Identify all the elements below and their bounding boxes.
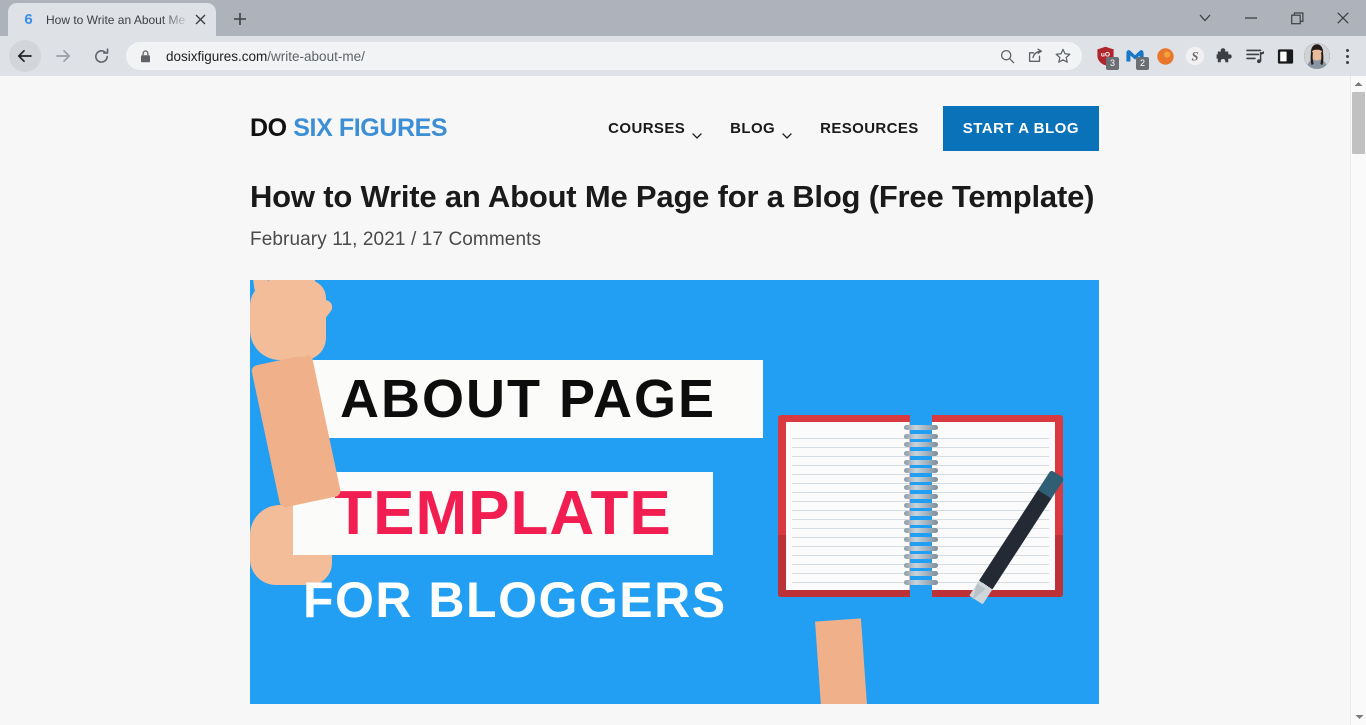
minimize-button[interactable] bbox=[1228, 0, 1274, 36]
featured-line-1: ABOUT PAGE bbox=[339, 369, 716, 430]
profile-avatar[interactable] bbox=[1304, 43, 1330, 69]
maximize-button[interactable] bbox=[1274, 0, 1320, 36]
new-tab-button[interactable] bbox=[226, 5, 254, 33]
scrollbar-track[interactable] bbox=[1351, 92, 1366, 725]
address-bar[interactable]: dosixfigures.com/write-about-me/ bbox=[126, 42, 1082, 70]
logo-part-do: DO bbox=[250, 113, 287, 142]
scrollbar-thumb[interactable] bbox=[1351, 92, 1365, 154]
back-button[interactable] bbox=[9, 40, 41, 72]
share-icon[interactable] bbox=[1022, 43, 1048, 69]
search-icon[interactable] bbox=[994, 43, 1020, 69]
site-logo[interactable]: DO SIX FIGURES bbox=[250, 113, 448, 143]
left-arm-illustration-icon bbox=[815, 618, 868, 705]
tab-search-chevron-icon[interactable] bbox=[1182, 0, 1228, 36]
chevron-down-icon bbox=[692, 126, 703, 139]
start-a-blog-button[interactable]: START A BLOG bbox=[942, 105, 1099, 151]
featured-image: ABOUT PAGE TEMPLATE FOR BLOGGERS bbox=[250, 280, 1099, 705]
url-path: /write-about-me/ bbox=[267, 48, 365, 64]
side-panel-icon[interactable] bbox=[1270, 40, 1300, 72]
notebook-illustration-icon bbox=[778, 415, 1063, 598]
reload-button[interactable] bbox=[85, 40, 117, 72]
meta-separator: / bbox=[410, 229, 417, 251]
site-lock-icon bbox=[140, 49, 154, 63]
post-meta: February 11, 2021 / 17 Comments bbox=[250, 229, 1320, 251]
url-text: dosixfigures.com/write-about-me/ bbox=[166, 49, 992, 64]
url-domain: dosixfigures.com bbox=[166, 48, 268, 64]
chevron-down-icon bbox=[782, 126, 792, 139]
tab-close-icon[interactable] bbox=[190, 10, 210, 30]
tab-favicon-icon: 6 bbox=[24, 11, 33, 28]
orange-dot-extension-icon[interactable] bbox=[1150, 40, 1180, 72]
ublock-origin-icon[interactable]: uO 3 bbox=[1090, 40, 1120, 72]
malwarebytes-badge-count: 2 bbox=[1136, 57, 1149, 70]
browser-toolbar: dosixfigures.com/write-about-me/ uO 3 2 bbox=[0, 36, 1366, 76]
close-window-button[interactable] bbox=[1320, 0, 1366, 36]
featured-line-3: FOR BLOGGERS bbox=[303, 572, 727, 629]
browser-window: 6 How to Write an About Me Page bbox=[0, 0, 1366, 725]
chrome-menu-button[interactable] bbox=[1334, 40, 1360, 72]
nav-item-courses[interactable]: COURSES bbox=[594, 119, 716, 139]
extensions-puzzle-icon[interactable] bbox=[1210, 40, 1240, 72]
reading-list-icon[interactable] bbox=[1240, 40, 1270, 72]
svg-text:S: S bbox=[1192, 49, 1199, 63]
forward-button[interactable] bbox=[47, 40, 79, 72]
featured-band-about: ABOUT PAGE bbox=[293, 360, 763, 439]
ublock-badge-count: 3 bbox=[1106, 57, 1119, 70]
page-viewport: DO SIX FIGURES COURSES BLOG RESOURCES ST… bbox=[0, 76, 1366, 725]
s-extension-icon[interactable]: S bbox=[1180, 40, 1210, 72]
tab-strip: 6 How to Write an About Me Page bbox=[0, 0, 1366, 36]
web-page: DO SIX FIGURES COURSES BLOG RESOURCES ST… bbox=[0, 76, 1350, 725]
post-date: February 11, 2021 bbox=[250, 229, 406, 251]
site-header: DO SIX FIGURES COURSES BLOG RESOURCES ST… bbox=[250, 76, 1099, 162]
page-title: How to Write an About Me Page for a Blog… bbox=[250, 179, 1095, 214]
nav-item-resources[interactable]: RESOURCES bbox=[806, 120, 933, 137]
malwarebytes-icon[interactable]: 2 bbox=[1120, 40, 1150, 72]
featured-band-template: TEMPLATE bbox=[293, 472, 713, 556]
main-navigation: COURSES BLOG RESOURCES START A BLOG bbox=[594, 105, 1099, 151]
bookmark-star-icon[interactable] bbox=[1050, 43, 1076, 69]
window-controls bbox=[1182, 0, 1366, 36]
logo-part-sixfigures: SIX FIGURES bbox=[293, 113, 448, 142]
page-scrollbar[interactable] bbox=[1350, 76, 1366, 725]
nav-label-courses: COURSES bbox=[608, 119, 686, 137]
featured-line-2: TEMPLATE bbox=[334, 478, 672, 548]
site-container: DO SIX FIGURES COURSES BLOG RESOURCES ST… bbox=[0, 76, 1350, 705]
nav-label-blog: BLOG bbox=[730, 119, 776, 137]
tab-title: How to Write an About Me Page bbox=[46, 12, 190, 27]
scroll-up-arrow-icon[interactable] bbox=[1351, 76, 1366, 92]
extensions-tray: uO 3 2 S bbox=[1090, 40, 1300, 72]
nav-item-blog[interactable]: BLOG bbox=[716, 119, 806, 139]
scroll-down-arrow-icon[interactable] bbox=[1351, 709, 1366, 725]
post-comments-count[interactable]: 17 Comments bbox=[422, 229, 541, 250]
nav-label-resources: RESOURCES bbox=[820, 119, 919, 137]
browser-tab[interactable]: 6 How to Write an About Me Page bbox=[8, 3, 216, 36]
